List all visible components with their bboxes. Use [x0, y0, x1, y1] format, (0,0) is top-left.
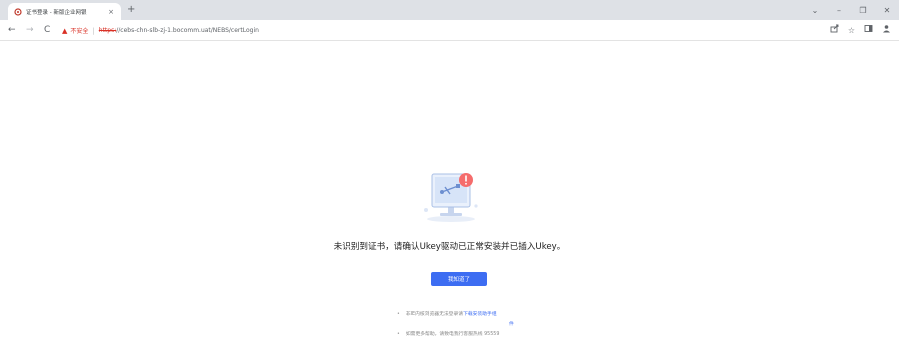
- star-icon[interactable]: ☆: [848, 25, 855, 37]
- share-icon[interactable]: [830, 24, 839, 37]
- profile-icon[interactable]: [882, 24, 891, 37]
- window-controls: ⌄ – ❐ ✕: [803, 0, 899, 20]
- address-bar[interactable]: ▲ 不安全 | https: //cebs-chn-slb-zj-1.bocom…: [62, 23, 852, 38]
- warning-icon[interactable]: ▲: [62, 27, 67, 35]
- download-helper-link-wrap[interactable]: 件: [509, 320, 514, 327]
- browser-toolbar: ← → C ▲ 不安全 | https: //cebs-chn-slb-zj-1…: [0, 20, 899, 41]
- reload-button[interactable]: C: [44, 24, 50, 36]
- browser-tab-bar: 证书登录 - 新版企业网银 × + ⌄ – ❐ ✕: [0, 0, 899, 20]
- restore-button[interactable]: ❐: [851, 6, 875, 15]
- new-tab-button[interactable]: +: [127, 5, 135, 15]
- tip-line-2: • 如需更多帮助，请致电我行客服热线 95559: [397, 330, 499, 337]
- favicon-icon: [14, 7, 22, 16]
- error-message: 未识别到证书，请确认Ukey驱动已正常安装并已插入Ukey。: [333, 242, 566, 252]
- toolbar-actions: ☆: [830, 24, 891, 37]
- tip-text-2: 如需更多帮助，请致电我行客服热线 95559: [405, 332, 500, 337]
- tip-line-1: • 非IE内核浏览器无法登录请下载安装助手组: [397, 310, 497, 317]
- ukey-monitor-illustration: [420, 168, 482, 224]
- tip-text-1: 非IE内核浏览器无法登录请: [405, 312, 464, 317]
- tab-title: 证书登录 - 新版企业网银: [26, 9, 87, 16]
- bullet-icon: •: [397, 332, 400, 337]
- minimize-button[interactable]: –: [827, 6, 851, 15]
- url-scheme: https:: [98, 27, 117, 34]
- bullet-icon: •: [397, 312, 400, 317]
- forward-button[interactable]: →: [26, 24, 34, 36]
- url-divider: |: [92, 26, 95, 35]
- sidepanel-icon[interactable]: [864, 24, 873, 37]
- security-label[interactable]: 不安全: [70, 26, 88, 35]
- download-helper-link[interactable]: 下载安装助手组: [463, 312, 497, 317]
- close-window-button[interactable]: ✕: [875, 6, 899, 15]
- acknowledge-button[interactable]: 我知道了: [431, 272, 487, 286]
- browser-tab[interactable]: 证书登录 - 新版企业网银 ×: [8, 3, 121, 20]
- url-text: //cebs-chn-slb-zj-1.bocomm.uat/NEBS/cert…: [116, 27, 259, 34]
- tab-close-icon[interactable]: ×: [107, 8, 115, 16]
- back-button[interactable]: ←: [8, 24, 16, 36]
- tab-search-icon[interactable]: ⌄: [803, 6, 827, 15]
